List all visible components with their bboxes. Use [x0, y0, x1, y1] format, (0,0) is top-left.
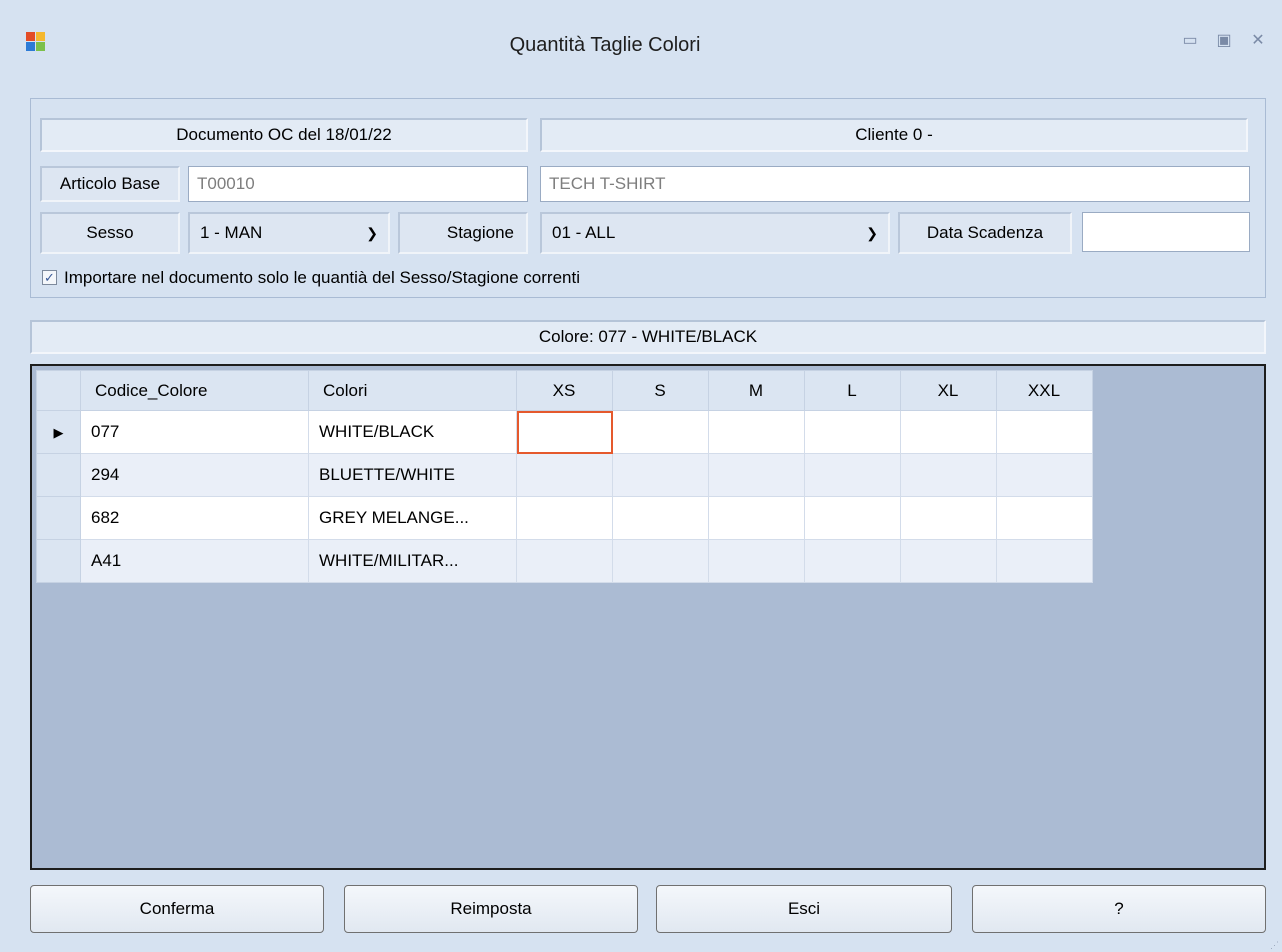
qty-cell-xxl[interactable]: [996, 496, 1093, 540]
row-header[interactable]: [36, 539, 81, 583]
qty-cell-s[interactable]: [612, 410, 709, 454]
qty-cell-m[interactable]: [708, 539, 805, 583]
column-header[interactable]: Codice_Colore: [80, 370, 309, 411]
scadenza-field[interactable]: [1082, 212, 1250, 252]
qty-cell-l[interactable]: [804, 539, 901, 583]
client-info: Cliente 0 -: [540, 118, 1248, 152]
stagione-value: 01 - ALL: [552, 223, 616, 242]
grid-corner-header[interactable]: [36, 370, 81, 411]
qty-cell-xl[interactable]: [900, 410, 997, 454]
current-color-bar: Colore: 077 - WHITE/BLACK: [30, 320, 1266, 354]
qty-cell-l[interactable]: [804, 453, 901, 497]
qty-cell-s[interactable]: [612, 539, 709, 583]
table-row[interactable]: ▶ 077 WHITE/BLACK: [36, 410, 1093, 454]
stagione-dropdown[interactable]: 01 - ALL ❯: [540, 212, 890, 254]
chevron-down-icon: ❯: [366, 225, 378, 241]
column-header[interactable]: XXL: [996, 370, 1093, 411]
color-code-cell[interactable]: 682: [80, 496, 309, 540]
reset-button[interactable]: Reimposta: [344, 885, 638, 933]
color-name-cell[interactable]: GREY MELANGE...: [308, 496, 517, 540]
qty-cell-l[interactable]: [804, 410, 901, 454]
sizes-grid[interactable]: Codice_Colore Colori XS S M L XL XXL ▶ 0…: [30, 364, 1266, 870]
document-info: Documento OC del 18/01/22: [40, 118, 528, 152]
sesso-value: 1 - MAN: [200, 223, 263, 242]
window-title: Quantità Taglie Colori: [509, 34, 701, 56]
qty-cell-m[interactable]: [708, 410, 805, 454]
row-header[interactable]: [36, 496, 81, 540]
qty-cell-xl[interactable]: [900, 453, 997, 497]
color-code-cell[interactable]: 077: [80, 410, 309, 454]
qty-cell-xs[interactable]: [516, 539, 613, 583]
qty-cell-xl[interactable]: [900, 539, 997, 583]
import-checkbox-label[interactable]: Importare nel documento solo le quantià …: [64, 268, 580, 288]
qty-cell-xs[interactable]: [516, 453, 613, 497]
column-header[interactable]: XS: [516, 370, 613, 411]
confirm-button[interactable]: Conferma: [30, 885, 324, 933]
column-header[interactable]: Colori: [308, 370, 517, 411]
articolo-label: Articolo Base: [40, 166, 180, 202]
sesso-label: Sesso: [40, 212, 180, 254]
row-header[interactable]: [36, 453, 81, 497]
qty-cell-xxl[interactable]: [996, 539, 1093, 583]
color-name-cell[interactable]: WHITE/BLACK: [308, 410, 517, 454]
qty-cell-xs[interactable]: [516, 410, 613, 454]
scadenza-label: Data Scadenza: [898, 212, 1072, 254]
table-row[interactable]: 294 BLUETTE/WHITE: [36, 453, 1093, 497]
qty-cell-s[interactable]: [612, 453, 709, 497]
column-header[interactable]: XL: [900, 370, 997, 411]
exit-button[interactable]: Esci: [656, 885, 952, 933]
column-header[interactable]: L: [804, 370, 901, 411]
qty-cell-xl[interactable]: [900, 496, 997, 540]
minimize-button[interactable]: ▭: [1178, 30, 1202, 52]
window: Quantità Taglie Colori ▭ ▣ ✕ Documento O…: [0, 0, 1282, 952]
current-row-arrow-icon: ▶: [53, 425, 64, 440]
color-name-cell[interactable]: BLUETTE/WHITE: [308, 453, 517, 497]
sesso-dropdown[interactable]: 1 - MAN ❯: [188, 212, 390, 254]
checkmark-icon: ✓: [44, 270, 55, 285]
articolo-code-field[interactable]: T00010: [188, 166, 528, 202]
color-code-cell[interactable]: 294: [80, 453, 309, 497]
close-button[interactable]: ✕: [1246, 30, 1270, 52]
help-button[interactable]: ?: [972, 885, 1266, 933]
qty-cell-m[interactable]: [708, 453, 805, 497]
row-header[interactable]: ▶: [36, 410, 81, 454]
qty-cell-s[interactable]: [612, 496, 709, 540]
chevron-down-icon: ❯: [866, 225, 878, 241]
resize-grip-icon[interactable]: ⋰: [1270, 940, 1280, 950]
table-row[interactable]: A41 WHITE/MILITAR...: [36, 539, 1093, 583]
qty-cell-xxl[interactable]: [996, 453, 1093, 497]
column-header[interactable]: S: [612, 370, 709, 411]
stagione-label: Stagione: [398, 212, 528, 254]
column-header[interactable]: M: [708, 370, 805, 411]
qty-cell-xs[interactable]: [516, 496, 613, 540]
title-bar[interactable]: Quantità Taglie Colori ▭ ▣ ✕: [0, 0, 1282, 78]
grid-header-row: Codice_Colore Colori XS S M L XL XXL: [36, 370, 1093, 411]
qty-cell-l[interactable]: [804, 496, 901, 540]
articolo-description-field[interactable]: TECH T-SHIRT: [540, 166, 1250, 202]
import-checkbox[interactable]: ✓: [42, 270, 57, 285]
color-name-cell[interactable]: WHITE/MILITAR...: [308, 539, 517, 583]
color-code-cell[interactable]: A41: [80, 539, 309, 583]
qty-cell-xxl[interactable]: [996, 410, 1093, 454]
qty-cell-m[interactable]: [708, 496, 805, 540]
sizes-table: Codice_Colore Colori XS S M L XL XXL ▶ 0…: [36, 370, 1093, 583]
table-row[interactable]: 682 GREY MELANGE...: [36, 496, 1093, 540]
maximize-button[interactable]: ▣: [1212, 30, 1236, 52]
